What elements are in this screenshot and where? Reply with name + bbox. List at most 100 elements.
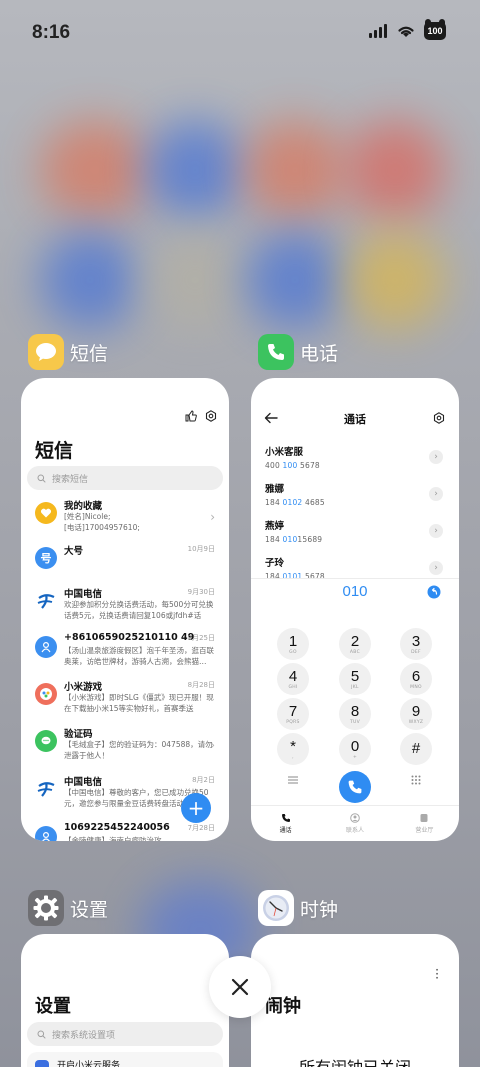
- phone-app-header[interactable]: 电话: [258, 334, 338, 370]
- dialpad-digit: 9: [411, 702, 421, 720]
- contact-suggestion[interactable]: 燕婷 184 01015689 ›: [265, 518, 445, 550]
- contact-detail-arrow-icon[interactable]: ›: [429, 524, 443, 538]
- contact-detail-arrow-icon[interactable]: ›: [429, 450, 443, 464]
- settings-card[interactable]: 设置 搜索系统设置项 开启小米云服务: [21, 934, 229, 1067]
- sms-app-header[interactable]: 短信: [28, 334, 108, 370]
- message-list-item[interactable]: +8610659025210110 49 9月25日 【汤山温泉旅游度假区】泡千年圣…: [21, 632, 229, 678]
- dialpad-key[interactable]: 0 +: [339, 733, 371, 765]
- dialpad-digit: 0: [350, 737, 360, 755]
- contact-suggestion[interactable]: 雅娜 184 0102 4685 ›: [265, 481, 445, 513]
- sms-page-title: 短信: [35, 440, 74, 462]
- dialpad-digit: 1: [288, 632, 298, 650]
- dialpad-letters: PQRS: [286, 719, 300, 725]
- dialpad-digit: 2: [350, 632, 360, 650]
- message-date: 10月9日: [187, 545, 215, 553]
- dialpad-key[interactable]: 8 TUV: [339, 698, 371, 730]
- dialpad-key[interactable]: 1 GO: [277, 628, 309, 660]
- heart-icon: [35, 502, 57, 524]
- signal-icon: [369, 24, 387, 38]
- dialpad-key[interactable]: 2 ABC: [339, 628, 371, 660]
- clear-all-button[interactable]: [209, 956, 271, 1018]
- more-options-icon[interactable]: · · ·: [435, 964, 439, 984]
- clock-card[interactable]: ··· 闹钟 所有闹钟已关闭: [251, 934, 459, 1067]
- settings-first-item[interactable]: 开启小米云服务: [27, 1052, 223, 1067]
- message-sender: 中国电信: [64, 777, 103, 788]
- contact-detail-arrow-icon[interactable]: ›: [429, 561, 443, 575]
- settings-gear-icon[interactable]: [205, 410, 217, 422]
- dialpad-key[interactable]: 4 GHI: [277, 663, 309, 695]
- store-tab-icon: [420, 814, 428, 822]
- message-list-item[interactable]: 验证码 › 【毛绒盒子】您的验证码为：047588，请勿泄露于他人！: [21, 726, 229, 772]
- dialpad-key[interactable]: 5 JKL: [339, 663, 371, 695]
- message-list-item[interactable]: 1069225452240056 7月28日 【金陵健康】海南白瘤防治攻: [21, 822, 229, 841]
- contact-number: 184 0102 4685: [265, 498, 325, 507]
- sms-search-input[interactable]: 搜索短信: [27, 466, 223, 490]
- contact-number: 400 100 5678: [265, 461, 320, 470]
- tab-store[interactable]: 营业厅: [390, 806, 459, 841]
- dialpad-letters: +: [352, 754, 358, 760]
- sms-search-placeholder: 搜索短信: [52, 474, 89, 485]
- hao-icon: 号: [35, 547, 57, 569]
- clock-app-header[interactable]: 时钟: [258, 890, 338, 926]
- dialpad-letters: JKL: [351, 684, 359, 690]
- dialpad-digit: 7: [288, 702, 298, 720]
- message-list-item[interactable]: 号大号 10月9日: [21, 543, 229, 589]
- settings-search-input[interactable]: 搜索系统设置项: [27, 1022, 223, 1046]
- person-icon: [35, 636, 57, 658]
- contact-detail-arrow-icon[interactable]: ›: [429, 487, 443, 501]
- message-preview: 【小米游戏】即时SLG《僵武》现已开服！现在下载抽小米15等实物好礼，首赛季送1…: [64, 693, 214, 713]
- dialpad-key[interactable]: 7 PQRS: [277, 698, 309, 730]
- dialpad-toggle-icon[interactable]: [411, 775, 421, 785]
- dialpad-letters: ,: [292, 754, 294, 760]
- dialpad-digit: #: [411, 740, 421, 757]
- sms-card[interactable]: 短信 搜索短信 我的收藏 › [姓名]Nicole; [电话]17004957610…: [21, 378, 229, 841]
- dialpad-letters: GHI: [288, 684, 298, 690]
- contact-name: 燕婷: [265, 521, 285, 532]
- settings-app-name: 设置: [70, 898, 109, 921]
- china-telecom-icon: [35, 590, 57, 612]
- thumbs-up-icon[interactable]: [185, 410, 197, 422]
- tab-contacts[interactable]: 联系人: [320, 806, 389, 841]
- dialpad-letters: TUV: [349, 719, 361, 725]
- message-preview: [姓名]Nicole; [电话]17004957610;: [64, 512, 140, 532]
- status-time: 8:16: [32, 22, 71, 43]
- dialpad-letters: ABC: [349, 649, 361, 655]
- dialpad-letters: DEF: [411, 649, 421, 655]
- contact-suggestion[interactable]: 小米客服 400 100 5678 ›: [265, 444, 445, 476]
- tab-calls[interactable]: 通话: [251, 806, 320, 841]
- search-icon: [37, 474, 46, 483]
- status-bar: 8:16 100: [0, 0, 480, 66]
- message-list-item[interactable]: 小米游戏 8月28日 【小米游戏】即时SLG《僵武》现已开服！现在下载抽小米15等实…: [21, 679, 229, 725]
- message-list-item[interactable]: 我的收藏 › [姓名]Nicole; [电话]17004957610;: [21, 498, 229, 544]
- phone-app-name: 电话: [300, 342, 339, 365]
- search-icon: [37, 1030, 46, 1039]
- dialpad-digit: 4: [288, 667, 298, 685]
- chat-icon: [35, 730, 57, 752]
- call-button[interactable]: [339, 771, 371, 803]
- phone-app-icon: [258, 334, 294, 370]
- dialpad-digit: 5: [350, 667, 360, 685]
- game-icon: [35, 683, 57, 705]
- phone-card[interactable]: 通话 小米客服 400 100 5678 › 雅娜 184 0102 4685 › 燕婷 18…: [251, 378, 459, 841]
- clock-page-title: 闹钟: [265, 996, 301, 1017]
- sms-app-icon: [28, 334, 64, 370]
- dialpad-key[interactable]: #: [400, 733, 432, 765]
- message-list-item[interactable]: 中国电信 9月30日 欢迎参加积分兑换话费活动，每500分可兑换话费5元，兑换话费请…: [21, 586, 229, 632]
- dialpad-letters: GO: [289, 649, 297, 655]
- cloud-icon: [35, 1060, 49, 1067]
- dialpad-key[interactable]: 6 MNO: [400, 663, 432, 695]
- contact-name: 小米客服: [265, 447, 304, 458]
- dialpad-key[interactable]: 3 DEF: [400, 628, 432, 660]
- close-icon: [231, 978, 249, 996]
- menu-icon[interactable]: [288, 776, 298, 784]
- dialpad-key[interactable]: *,: [277, 733, 309, 765]
- backspace-icon[interactable]: [427, 585, 441, 599]
- dialpad-digit: *: [290, 737, 296, 755]
- dialpad-key[interactable]: 9 WXYZ: [400, 698, 432, 730]
- phone-tab-icon: [281, 814, 290, 822]
- phone-page-title: 通话: [344, 413, 366, 426]
- wifi-icon: [398, 26, 414, 37]
- alarms-empty-text: 所有闹钟已关闭: [251, 1054, 459, 1067]
- new-message-button[interactable]: +: [181, 793, 211, 823]
- settings-app-header[interactable]: 设置: [28, 890, 108, 926]
